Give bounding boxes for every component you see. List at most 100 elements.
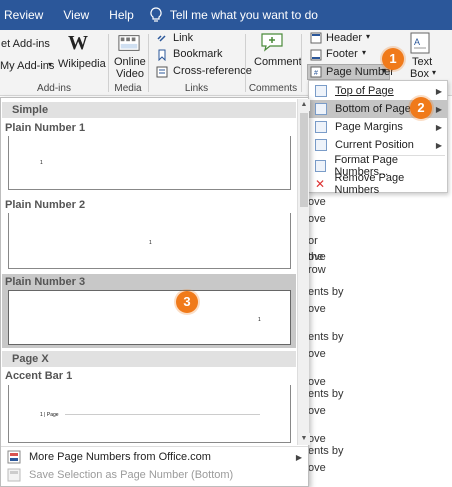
doc-text: ents by (308, 331, 344, 343)
gallery-item-title: Accent Bar 1 (5, 370, 73, 382)
page-number-preview: 1 (40, 160, 43, 166)
scroll-thumb[interactable] (300, 113, 308, 207)
dropdown-arrow-icon: ▾ (366, 32, 371, 41)
comment-icon[interactable] (260, 32, 284, 52)
page-icon (315, 121, 327, 133)
text-box-icon[interactable]: A (410, 32, 430, 54)
office-com-icon (7, 450, 21, 464)
scroll-down-icon[interactable]: ▼ (298, 433, 310, 445)
doc-text: ove (308, 405, 326, 417)
scroll-up-icon[interactable]: ▲ (298, 99, 310, 111)
online-video-label-2[interactable]: Video (116, 68, 144, 80)
bookmark-icon (158, 49, 166, 61)
save-selection-icon (7, 468, 21, 482)
svg-text:A: A (414, 37, 420, 47)
tell-me-text: Tell me what you want to do (169, 8, 318, 22)
wikipedia-icon: W (68, 32, 88, 54)
gallery-item-plain-number-2[interactable]: 1 (8, 213, 291, 269)
accent-line (65, 414, 260, 415)
svg-text:#: # (314, 70, 318, 77)
tab-view[interactable]: View (53, 0, 99, 30)
doc-text: ove (308, 213, 326, 225)
page-number-preview: 1 | Page (40, 412, 59, 418)
page-number-icon: # (310, 66, 322, 78)
doc-text: ents by (308, 445, 344, 457)
text-box-label-1[interactable]: Text (412, 56, 432, 68)
links-group: Link Bookmark Cross-reference Links (149, 30, 252, 96)
menu-item-top-of-page[interactable]: Top of Page ▶ (309, 82, 447, 100)
addins-group: et Add-ins My Add-ins ▾ W Wikipedia Add-… (0, 30, 108, 96)
gallery-item-plain-number-3[interactable]: 1 (8, 290, 291, 345)
tell-me-box[interactable]: Tell me what you want to do (150, 7, 318, 23)
get-addins-button[interactable]: et Add-ins (1, 38, 50, 50)
link-icon (157, 35, 166, 42)
cross-reference-icon (156, 66, 168, 78)
submenu-arrow-icon: ▶ (435, 86, 442, 96)
gallery-item-plain-number-1[interactable]: 1 (8, 136, 291, 190)
footer-button[interactable]: Footer (326, 48, 358, 60)
wikipedia-button[interactable]: Wikipedia (58, 58, 106, 70)
page-number-preview: 1 (149, 240, 152, 246)
section-header-page-x: Page X (2, 351, 296, 367)
comments-group: Comment Comments (246, 30, 302, 96)
dropdown-arrow-icon: ▾ (362, 48, 367, 57)
submenu-arrow-icon: ▶ (435, 104, 442, 114)
online-video-label-1[interactable]: Online (114, 56, 146, 68)
page-icon (315, 139, 327, 151)
submenu-arrow-icon: ▶ (435, 122, 442, 132)
cross-reference-button[interactable]: Cross-reference (173, 65, 252, 77)
doc-text: ove (308, 196, 326, 208)
more-page-numbers-item[interactable]: More Page Numbers from Office.com ▶ (1, 447, 308, 467)
section-header-simple: Simple (2, 102, 296, 118)
doc-text: ove (308, 376, 326, 388)
menu-item-label: Top of Page (335, 85, 394, 97)
gallery-scrollbar[interactable]: ▲ ▼ (297, 99, 310, 445)
menu-item-label: Bottom of Page (335, 103, 411, 115)
page-number-menu: Top of Page ▶ Bottom of Page ▶ Page Marg… (308, 80, 448, 196)
menu-item-current-position[interactable]: Current Position ▶ (309, 136, 447, 154)
gallery-item-title: Plain Number 2 (5, 199, 86, 211)
page-number-preview: 1 (258, 317, 261, 323)
page-icon (315, 85, 327, 97)
more-page-numbers-label: More Page Numbers from Office.com (29, 451, 211, 463)
dropdown-arrow-icon: ▾ (48, 60, 53, 69)
menu-item-remove-page-numbers[interactable]: ✕ Remove Page Numbers (309, 172, 447, 196)
menu-item-page-margins[interactable]: Page Margins ▶ (309, 118, 447, 136)
menu-item-label: Page Margins (335, 121, 403, 133)
doc-text: ove (308, 303, 326, 315)
addins-group-label: Add-ins (37, 83, 71, 94)
remove-icon: ✕ (315, 177, 326, 191)
gallery-item-title: Plain Number 1 (5, 122, 86, 134)
save-selection-item: Save Selection as Page Number (Bottom) (1, 465, 308, 485)
gallery-item-accent-bar-1[interactable]: 1 | Page (8, 385, 291, 443)
lightbulb-icon (150, 7, 162, 22)
links-group-label: Links (184, 83, 209, 94)
doc-text: the (308, 251, 324, 263)
doc-text: ents by (308, 388, 344, 400)
text-box-label-2[interactable]: Box (410, 68, 429, 80)
link-button[interactable]: Link (173, 32, 193, 44)
tab-help[interactable]: Help (99, 0, 144, 30)
comment-button[interactable]: Comment (254, 56, 302, 68)
doc-text: or (308, 235, 318, 247)
my-addins-button[interactable]: My Add-ins (0, 60, 54, 72)
media-group-label: Media (114, 83, 142, 94)
header-icon (310, 32, 322, 44)
menu-item-label: Current Position (335, 139, 414, 151)
ribbon-tab-bar: Review View Help Tell me what you want t… (0, 0, 452, 30)
header-button[interactable]: Header (326, 32, 362, 44)
bottom-of-page-gallery: Simple Plain Number 1 1 Plain Number 2 1… (0, 97, 310, 487)
callout-badge-3: 3 (176, 291, 198, 313)
media-group: Online Video Media (109, 30, 147, 96)
callout-badge-1: 1 (382, 48, 404, 70)
footer-icon (310, 49, 322, 61)
gallery-item-title: Plain Number 3 (5, 276, 86, 288)
dropdown-arrow-icon: ▾ (432, 68, 437, 77)
doc-text: ove (308, 433, 326, 445)
bookmark-button[interactable]: Bookmark (173, 48, 223, 60)
save-selection-label: Save Selection as Page Number (Bottom) (29, 469, 234, 481)
comments-group-label: Comments (248, 83, 298, 94)
tab-review[interactable]: Review (0, 0, 53, 30)
page-icon (315, 103, 327, 115)
online-video-icon[interactable] (118, 33, 140, 53)
